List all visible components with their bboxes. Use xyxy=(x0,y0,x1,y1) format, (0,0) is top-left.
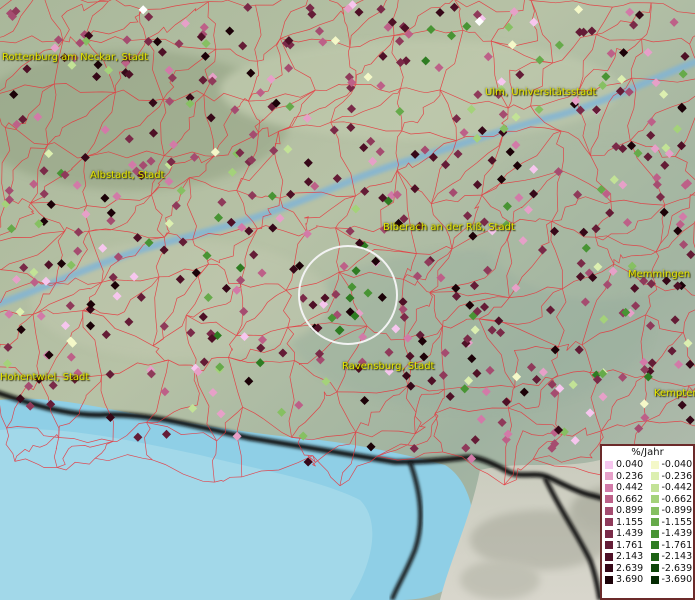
place-label-albstadt: Albstadt, Stadt xyxy=(90,170,165,181)
legend-swatch xyxy=(650,541,659,550)
legend-swatch xyxy=(605,460,613,469)
legend-row: 2.639 -2.639 xyxy=(602,563,693,575)
legend-row: 0.040 -0.040 xyxy=(602,459,693,471)
legend-value: 2.639 xyxy=(616,562,644,574)
legend-swatch xyxy=(605,483,613,492)
legend-swatch xyxy=(605,518,613,527)
legend-value: 1.761 xyxy=(616,539,644,551)
legend-swatch xyxy=(650,483,659,492)
legend-entry-positive: 1.155 xyxy=(602,517,648,528)
legend-swatch xyxy=(605,575,613,584)
legend-entry-negative: -0.236 xyxy=(648,471,694,482)
legend-entry-positive: 2.143 xyxy=(602,551,648,562)
legend-value: 1.439 xyxy=(616,528,644,540)
legend-value: -2.639 xyxy=(661,562,693,574)
legend-swatch xyxy=(650,564,659,573)
place-label-hohentwiel: Hohentwiel, Stadt xyxy=(0,372,90,383)
legend-title: %/Jahr xyxy=(631,447,664,458)
legend-entry-positive: 1.761 xyxy=(602,540,648,551)
legend-swatch xyxy=(650,575,659,584)
legend-entry-positive: 3.690 xyxy=(602,574,648,585)
legend-swatch xyxy=(650,552,659,561)
legend-entry-negative: -1.761 xyxy=(648,540,694,551)
legend-row: 1.761 -1.761 xyxy=(602,540,693,552)
legend-swatch xyxy=(605,529,613,538)
legend-value: -0.236 xyxy=(661,470,693,482)
legend-entry-negative: -0.899 xyxy=(648,505,694,516)
legend-value: -0.662 xyxy=(661,493,693,505)
legend-value: 0.899 xyxy=(616,505,644,517)
place-label-memmingen: Memmingen xyxy=(628,269,691,280)
legend-entry-negative: -0.442 xyxy=(648,482,694,493)
legend-row: 0.899 -0.899 xyxy=(602,505,693,517)
legend-swatch xyxy=(650,506,659,515)
legend-swatch xyxy=(605,552,613,561)
legend-swatch xyxy=(650,495,659,504)
legend-entry-positive: 0.662 xyxy=(602,494,648,505)
legend-swatch xyxy=(650,460,659,469)
legend-row: 3.690 -3.690 xyxy=(602,574,693,586)
legend-swatch xyxy=(650,472,659,481)
legend-row: 0.442 -0.442 xyxy=(602,482,693,494)
legend-entry-negative: -1.155 xyxy=(648,517,694,528)
legend-value: -3.690 xyxy=(661,574,693,586)
legend-value: -1.439 xyxy=(661,528,693,540)
legend-row: 1.439 -1.439 xyxy=(602,528,693,540)
place-label-rottenburg: Rottenburg am Neckar, Stadt xyxy=(2,52,149,63)
legend-value: 0.442 xyxy=(616,482,644,494)
legend-value: 0.662 xyxy=(616,493,644,505)
legend-entry-positive: 0.236 xyxy=(602,471,648,482)
legend-rows: 0.040 -0.040 0.236 -0.236 0.442 -0.442 0.662 -0… xyxy=(602,459,693,586)
legend-value: 1.155 xyxy=(616,516,644,528)
legend-swatch xyxy=(605,472,613,481)
legend-swatch xyxy=(650,529,659,538)
legend-row: 2.143 -2.143 xyxy=(602,551,693,563)
legend-entry-positive: 0.899 xyxy=(602,505,648,516)
legend-value: 3.690 xyxy=(616,574,644,586)
legend-value: 2.143 xyxy=(616,551,644,563)
legend-entry-negative: -1.439 xyxy=(648,528,694,539)
legend-row: 0.662 -0.662 xyxy=(602,494,693,506)
legend-entry-positive: 1.439 xyxy=(602,528,648,539)
legend-entry-positive: 2.639 xyxy=(602,563,648,574)
legend-value: 0.040 xyxy=(616,459,644,471)
place-label-kempten: Kempten xyxy=(654,388,695,399)
legend-entry-negative: -2.639 xyxy=(648,563,694,574)
legend-entry-negative: -0.040 xyxy=(648,459,694,470)
legend: %/Jahr 0.040 -0.040 0.236 -0.236 0.442 -0.442… xyxy=(600,444,695,600)
legend-value: -1.761 xyxy=(661,539,693,551)
legend-row: 0.236 -0.236 xyxy=(602,471,693,483)
legend-row: 1.155 -1.155 xyxy=(602,517,693,529)
legend-value: 0.236 xyxy=(616,470,644,482)
legend-entry-negative: -2.143 xyxy=(648,551,694,562)
place-label-ulm: Ulm, Universitätsstadt xyxy=(485,87,597,98)
place-label-ravensburg: Ravensburg, Stadt xyxy=(342,361,435,372)
legend-entry-negative: -3.690 xyxy=(648,574,694,585)
legend-swatch xyxy=(605,541,613,550)
legend-entry-positive: 0.442 xyxy=(602,482,648,493)
legend-value: -0.442 xyxy=(661,482,693,494)
legend-swatch xyxy=(605,506,613,515)
legend-value: -0.040 xyxy=(661,459,693,471)
legend-entry-negative: -0.662 xyxy=(648,494,694,505)
legend-value: -2.143 xyxy=(661,551,693,563)
legend-entry-positive: 0.040 xyxy=(602,459,648,470)
legend-value: -1.155 xyxy=(661,516,693,528)
legend-swatch xyxy=(650,518,659,527)
place-label-biberach: Biberach an der Riß, Stadt xyxy=(383,222,515,233)
legend-swatch xyxy=(605,564,613,573)
legend-swatch xyxy=(605,495,613,504)
legend-value: -0.899 xyxy=(661,505,693,517)
